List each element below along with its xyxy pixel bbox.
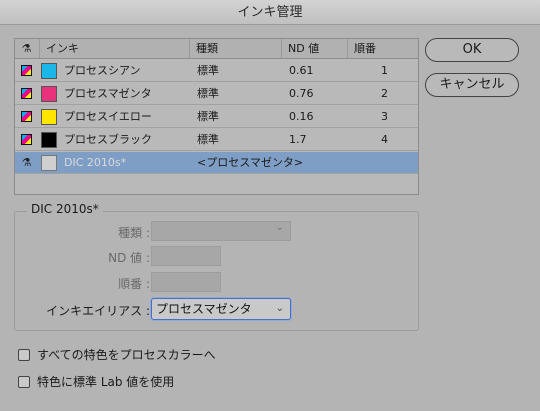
checkbox-box[interactable]: [18, 375, 30, 388]
spot-ink-flask-icon: ⚗: [21, 156, 32, 169]
chevron-down-icon: ⌄: [275, 222, 284, 233]
order-label: 順番 :: [118, 277, 150, 291]
ink-swatch: [41, 132, 57, 148]
ink-swatch: [41, 109, 57, 125]
header-nd[interactable]: ND 値: [281, 39, 347, 58]
ink-swatch: [41, 86, 57, 102]
ink-nd: 0.61: [289, 64, 314, 77]
ink-name: プロセスブラック: [64, 133, 152, 146]
process-ink-icon: [21, 134, 32, 145]
ink-type: 標準: [197, 64, 219, 77]
ink-type: 標準: [197, 87, 219, 100]
header-icon-column: ⚗: [15, 39, 38, 58]
ink-swatch: [41, 63, 57, 79]
ink-alias: <プロセスマゼンタ>: [197, 156, 304, 169]
ink-name: プロセスシアン: [64, 64, 141, 77]
header-type[interactable]: 種類: [189, 39, 281, 58]
ink-name: プロセスマゼンタ: [64, 87, 152, 100]
window-title: インキ管理: [0, 0, 540, 25]
ink-swatch: [41, 155, 57, 171]
ok-button[interactable]: OK: [425, 38, 519, 62]
ink-row-black[interactable]: プロセスブラック 標準 1.7 4: [15, 129, 418, 151]
process-ink-icon: [21, 88, 32, 99]
nd-label: ND 値 :: [108, 251, 150, 265]
ink-type: 標準: [197, 133, 219, 146]
ink-nd: 0.16: [289, 110, 314, 123]
header-order[interactable]: 順番: [347, 39, 418, 58]
alias-label: インキエイリアス :: [46, 304, 150, 318]
ink-row-magenta[interactable]: プロセスマゼンタ 標準 0.76 2: [15, 83, 418, 105]
flask-icon: ⚗: [21, 42, 32, 55]
type-label: 種類 :: [118, 226, 150, 240]
ink-row-cyan[interactable]: プロセスシアン 標準 0.61 1: [15, 60, 418, 82]
nd-field: [151, 246, 221, 266]
use-lab-checkbox[interactable]: 特色に標準 Lab 値を使用: [18, 373, 174, 390]
alias-select[interactable]: プロセスマゼンタ ⌄: [151, 298, 291, 320]
all-to-process-checkbox[interactable]: すべての特色をプロセスカラーへ: [18, 346, 216, 363]
ink-order: 4: [381, 133, 388, 146]
process-ink-icon: [21, 65, 32, 76]
ink-name: プロセスイエロー: [64, 110, 152, 123]
header-ink[interactable]: インキ: [39, 39, 189, 58]
ink-name: DIC 2010s*: [64, 156, 127, 169]
ink-list-header: ⚗ インキ 種類 ND 値 順番: [15, 39, 418, 59]
checkbox-label: 特色に標準 Lab 値を使用: [37, 375, 175, 389]
ink-nd: 0.76: [289, 87, 314, 100]
chevron-down-icon: ⌄: [275, 303, 284, 314]
ink-settings-group: DIC 2010s* 種類 : ⌄ ND 値 : 順番 : インキエイリアス :…: [14, 202, 419, 331]
checkbox-box[interactable]: [18, 348, 30, 361]
ink-type: 標準: [197, 110, 219, 123]
order-field: [151, 272, 221, 292]
ink-order: 3: [381, 110, 388, 123]
type-select: ⌄: [151, 221, 291, 241]
ink-row-yellow[interactable]: プロセスイエロー 標準 0.16 3: [15, 106, 418, 128]
ink-order: 2: [381, 87, 388, 100]
ink-nd: 1.7: [289, 133, 307, 146]
alias-select-value: プロセスマゼンタ: [156, 302, 252, 316]
process-ink-icon: [21, 111, 32, 122]
ink-list: ⚗ インキ 種類 ND 値 順番 プロセスシアン 標準 0.61 1 プロセスマ…: [14, 38, 419, 195]
cancel-button[interactable]: キャンセル: [425, 73, 519, 97]
ink-order: 1: [381, 64, 388, 77]
checkbox-label: すべての特色をプロセスカラーへ: [37, 348, 216, 362]
ink-row-selected[interactable]: ⚗ DIC 2010s* <プロセスマゼンタ>: [15, 152, 418, 174]
group-title: DIC 2010s*: [27, 202, 103, 216]
